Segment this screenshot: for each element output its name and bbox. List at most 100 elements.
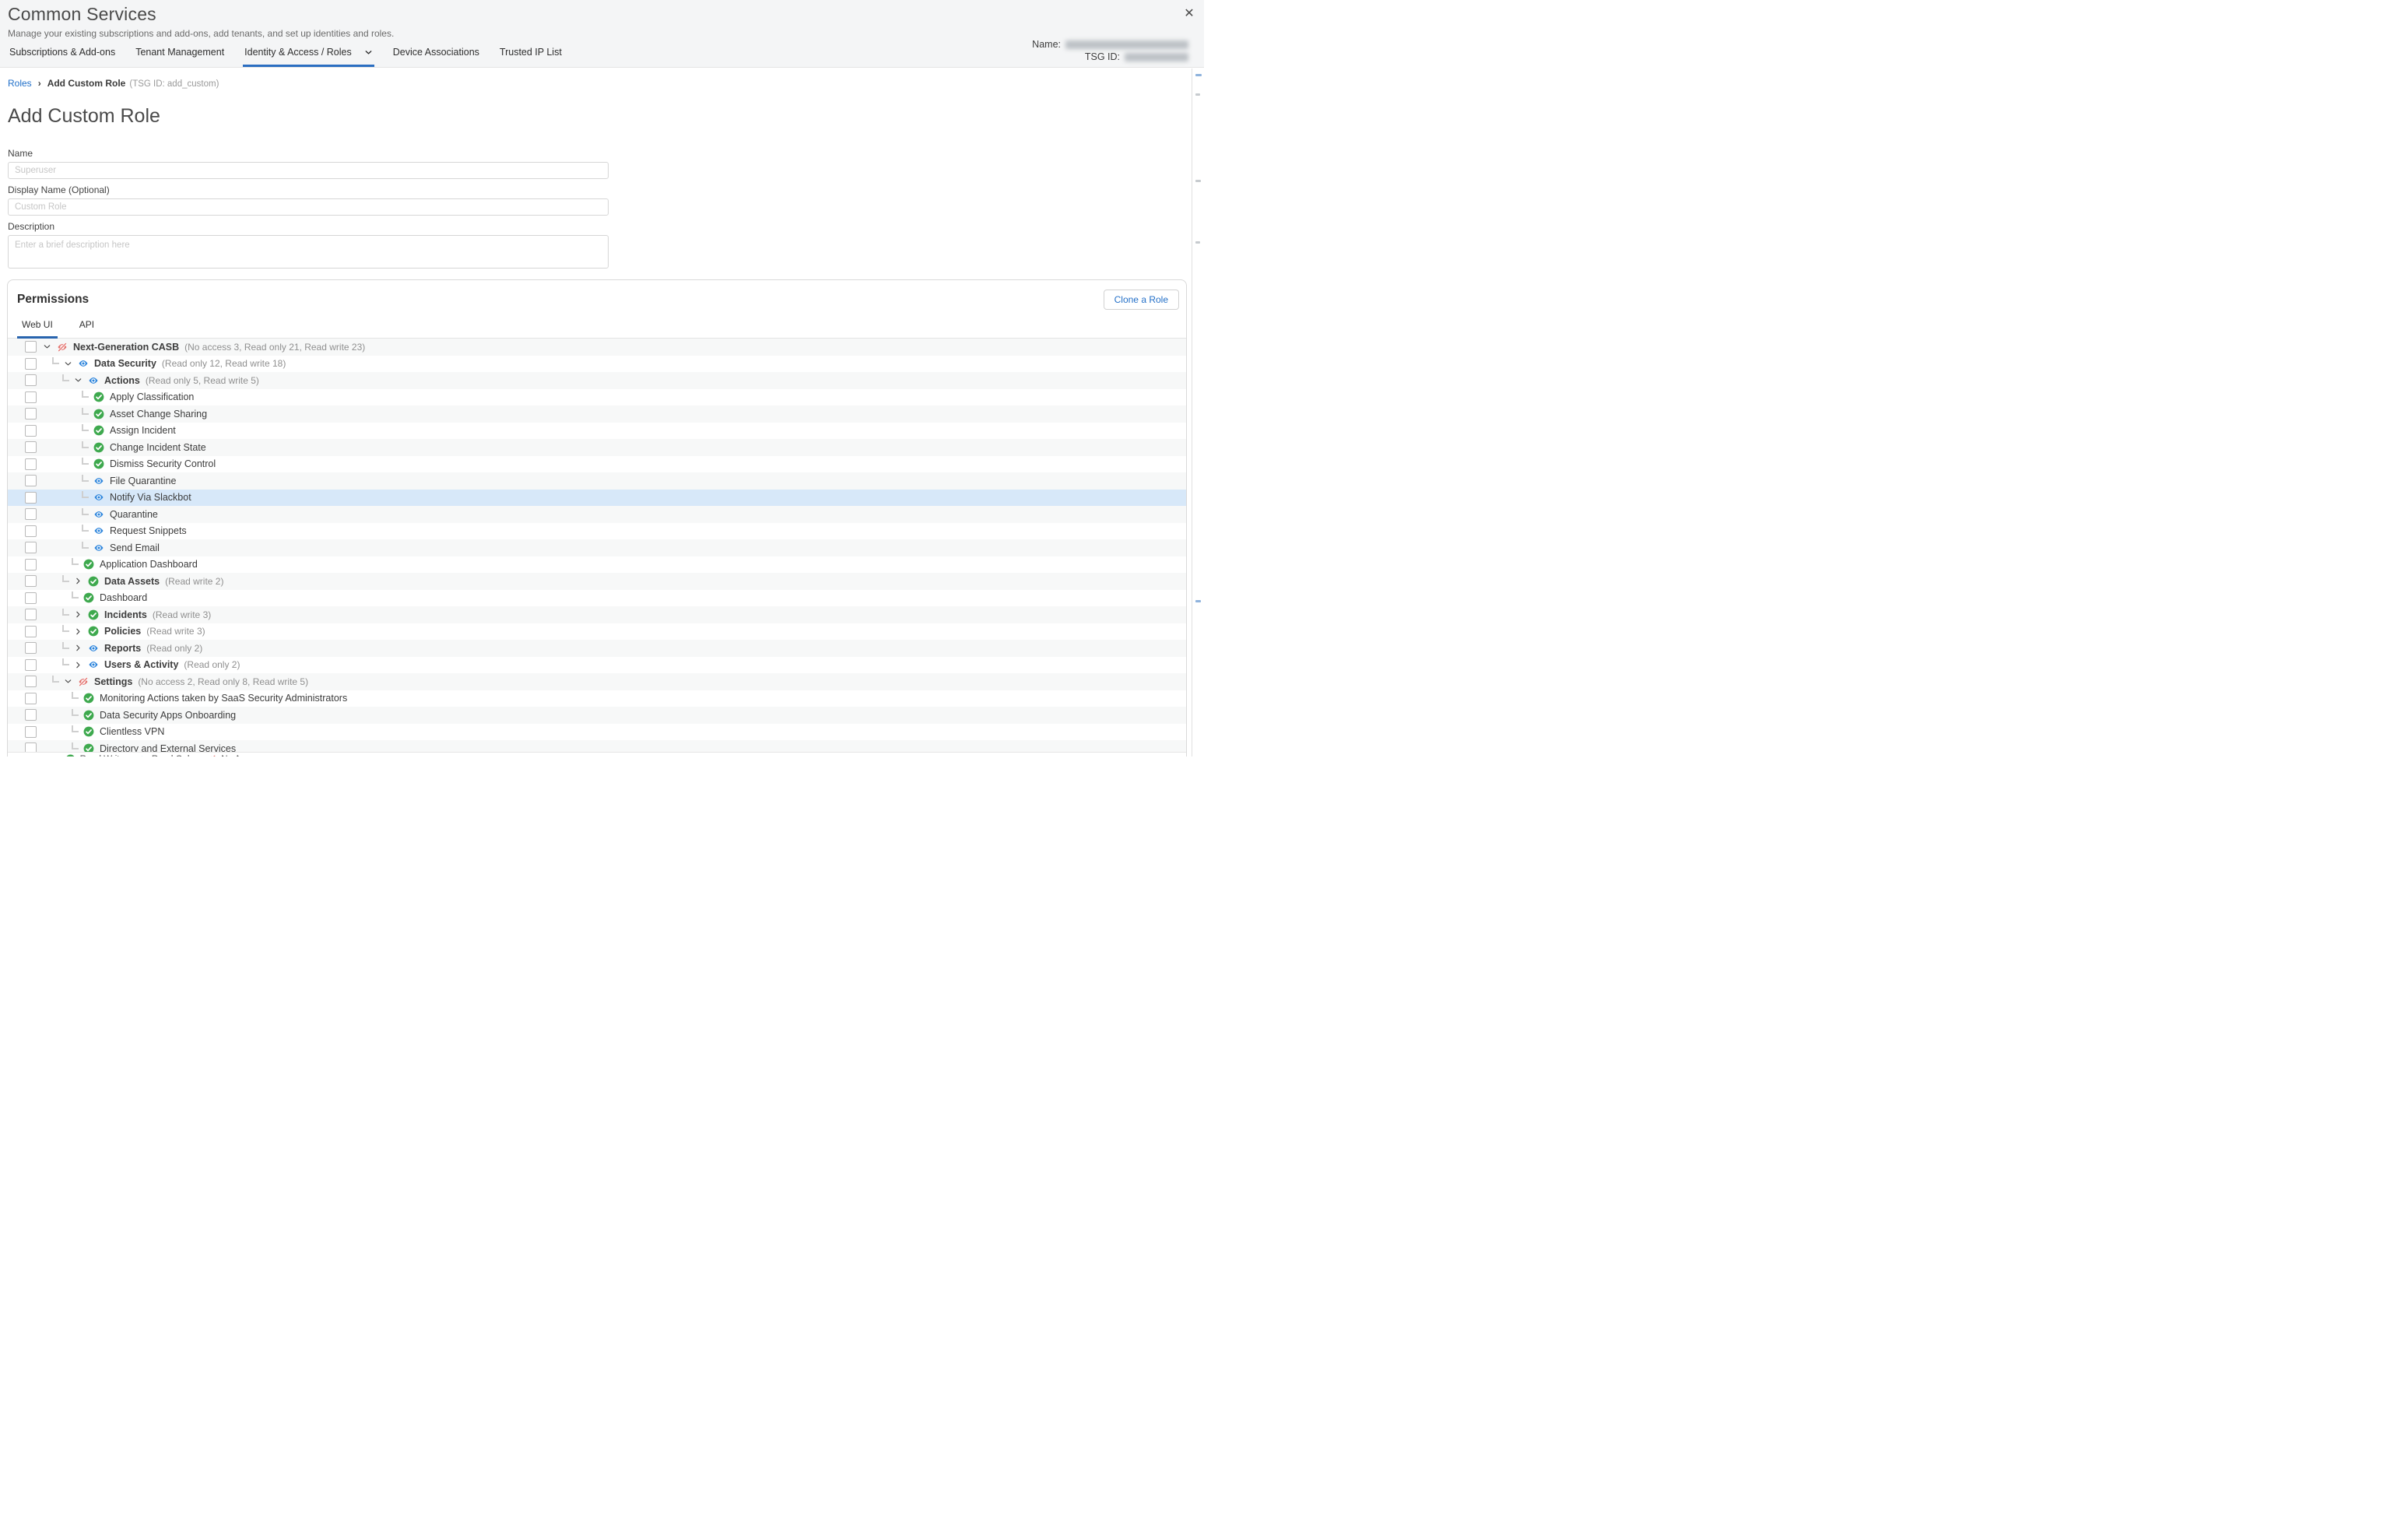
read-write-icon[interactable] [93, 409, 104, 419]
row-checkbox[interactable] [25, 559, 37, 570]
permissions-tab-web-ui[interactable]: Web UI [17, 318, 58, 339]
chevron-right-icon[interactable] [74, 661, 82, 669]
read-write-icon[interactable] [88, 576, 99, 587]
row-checkbox[interactable] [25, 408, 37, 419]
read-only-icon[interactable] [93, 476, 104, 486]
tab-device-associations[interactable]: Device Associations [391, 47, 481, 67]
read-write-icon[interactable] [83, 693, 94, 704]
read-only-icon[interactable] [88, 375, 99, 386]
tree-row-apply-classification[interactable]: Apply Classification [8, 389, 1186, 406]
read-write-icon[interactable] [83, 710, 94, 721]
row-checkbox[interactable] [25, 676, 37, 687]
row-checkbox[interactable] [25, 492, 37, 504]
name-input[interactable] [8, 162, 609, 179]
tree-row-dashboard[interactable]: Dashboard [8, 590, 1186, 607]
tree-row-data-security-apps-onboarding[interactable]: Data Security Apps Onboarding [8, 707, 1186, 724]
permissions-tab-api[interactable]: API [75, 318, 99, 339]
tree-row-users-activity[interactable]: Users & Activity(Read only 2) [8, 657, 1186, 674]
row-checkbox[interactable] [25, 525, 37, 537]
tree-row-request-snippets[interactable]: Request Snippets [8, 523, 1186, 540]
read-write-icon[interactable] [93, 458, 104, 469]
row-checkbox[interactable] [25, 358, 37, 370]
tab-identity-access-roles[interactable]: Identity & Access / Roles [243, 47, 374, 67]
row-checkbox[interactable] [25, 374, 37, 386]
chevron-right-icon[interactable] [74, 610, 82, 619]
read-write-icon[interactable] [88, 609, 99, 620]
no-access-icon[interactable] [57, 342, 68, 353]
read-write-icon[interactable] [83, 559, 94, 570]
tree-row-notify-via-slackbot[interactable]: Notify Via Slackbot [8, 490, 1186, 507]
read-only-icon[interactable] [93, 509, 104, 520]
display-name-input[interactable] [8, 198, 609, 216]
row-checkbox[interactable] [25, 626, 37, 637]
chevron-down-icon[interactable] [64, 360, 72, 368]
read-only-icon[interactable] [93, 492, 104, 503]
tab-tenant-management[interactable]: Tenant Management [134, 47, 226, 67]
permissions-footer: Legend: Read WriteRead OnlyNo Access Cli… [8, 752, 1186, 756]
chevron-down-icon[interactable] [364, 48, 373, 57]
tree-row-quarantine[interactable]: Quarantine [8, 506, 1186, 523]
read-write-icon[interactable] [93, 442, 104, 453]
tree-row-application-dashboard[interactable]: Application Dashboard [8, 556, 1186, 574]
no-access-icon[interactable] [78, 676, 89, 687]
row-checkbox[interactable] [25, 391, 37, 403]
row-checkbox[interactable] [25, 425, 37, 437]
close-button[interactable]: ✕ [1181, 6, 1197, 22]
row-checkbox[interactable] [25, 609, 37, 620]
chevron-down-icon[interactable] [43, 342, 51, 351]
tab-subscriptions-add-ons[interactable]: Subscriptions & Add-ons [8, 47, 117, 67]
read-only-icon[interactable] [88, 643, 99, 654]
row-checkbox[interactable] [25, 592, 37, 604]
clone-role-button[interactable]: Clone a Role [1104, 290, 1179, 310]
read-write-icon[interactable] [93, 425, 104, 436]
read-only-icon[interactable] [93, 525, 104, 536]
description-input[interactable] [8, 235, 609, 269]
row-checkbox[interactable] [25, 693, 37, 704]
tree-row-next-generation-casb[interactable]: Next-Generation CASB(No access 3, Read o… [8, 339, 1186, 356]
read-write-icon[interactable] [83, 592, 94, 603]
row-checkbox[interactable] [25, 742, 37, 752]
chevron-down-icon[interactable] [64, 677, 72, 686]
tab-trusted-ip-list[interactable]: Trusted IP List [498, 47, 563, 67]
read-write-icon[interactable] [88, 626, 99, 637]
read-only-icon[interactable] [93, 542, 104, 553]
row-checkbox[interactable] [25, 709, 37, 721]
row-checkbox[interactable] [25, 458, 37, 470]
tree-row-monitoring-actions-taken-by-saas-security-administrators[interactable]: Monitoring Actions taken by SaaS Securit… [8, 690, 1186, 707]
read-only-icon[interactable] [88, 659, 99, 670]
tree-row-dismiss-security-control[interactable]: Dismiss Security Control [8, 456, 1186, 473]
read-write-icon[interactable] [83, 726, 94, 737]
row-checkbox[interactable] [25, 508, 37, 520]
row-checkbox[interactable] [25, 542, 37, 553]
tree-row-label: File Quarantine [110, 476, 176, 486]
tree-row-settings[interactable]: Settings(No access 2, Read only 8, Read … [8, 673, 1186, 690]
tree-row-incidents[interactable]: Incidents(Read write 3) [8, 606, 1186, 623]
tree-row-directory-and-external-services[interactable]: Directory and External Services [8, 740, 1186, 752]
row-checkbox[interactable] [25, 575, 37, 587]
tree-row-data-assets[interactable]: Data Assets(Read write 2) [8, 573, 1186, 590]
row-checkbox[interactable] [25, 475, 37, 486]
tree-row-clientless-vpn[interactable]: Clientless VPN [8, 724, 1186, 741]
tree-row-data-security[interactable]: Data Security(Read only 12, Read write 1… [8, 356, 1186, 373]
chevron-down-icon[interactable] [74, 376, 82, 384]
tree-row-policies[interactable]: Policies(Read write 3) [8, 623, 1186, 641]
chevron-right-icon[interactable] [74, 627, 82, 636]
row-checkbox[interactable] [25, 726, 37, 738]
row-checkbox[interactable] [25, 642, 37, 654]
tree-row-change-incident-state[interactable]: Change Incident State [8, 439, 1186, 456]
row-checkbox[interactable] [25, 659, 37, 671]
chevron-right-icon[interactable] [74, 644, 82, 652]
breadcrumb-link-roles[interactable]: Roles [8, 78, 32, 89]
row-checkbox[interactable] [25, 341, 37, 353]
tree-row-assign-incident[interactable]: Assign Incident [8, 423, 1186, 440]
row-checkbox[interactable] [25, 441, 37, 453]
tree-row-file-quarantine[interactable]: File Quarantine [8, 472, 1186, 490]
read-write-icon[interactable] [93, 391, 104, 402]
chevron-right-icon[interactable] [74, 577, 82, 585]
tree-row-send-email[interactable]: Send Email [8, 539, 1186, 556]
tree-row-reports[interactable]: Reports(Read only 2) [8, 640, 1186, 657]
tree-row-actions[interactable]: Actions(Read only 5, Read write 5) [8, 372, 1186, 389]
read-only-icon[interactable] [78, 358, 89, 369]
read-write-icon[interactable] [83, 743, 94, 752]
tree-row-asset-change-sharing[interactable]: Asset Change Sharing [8, 405, 1186, 423]
